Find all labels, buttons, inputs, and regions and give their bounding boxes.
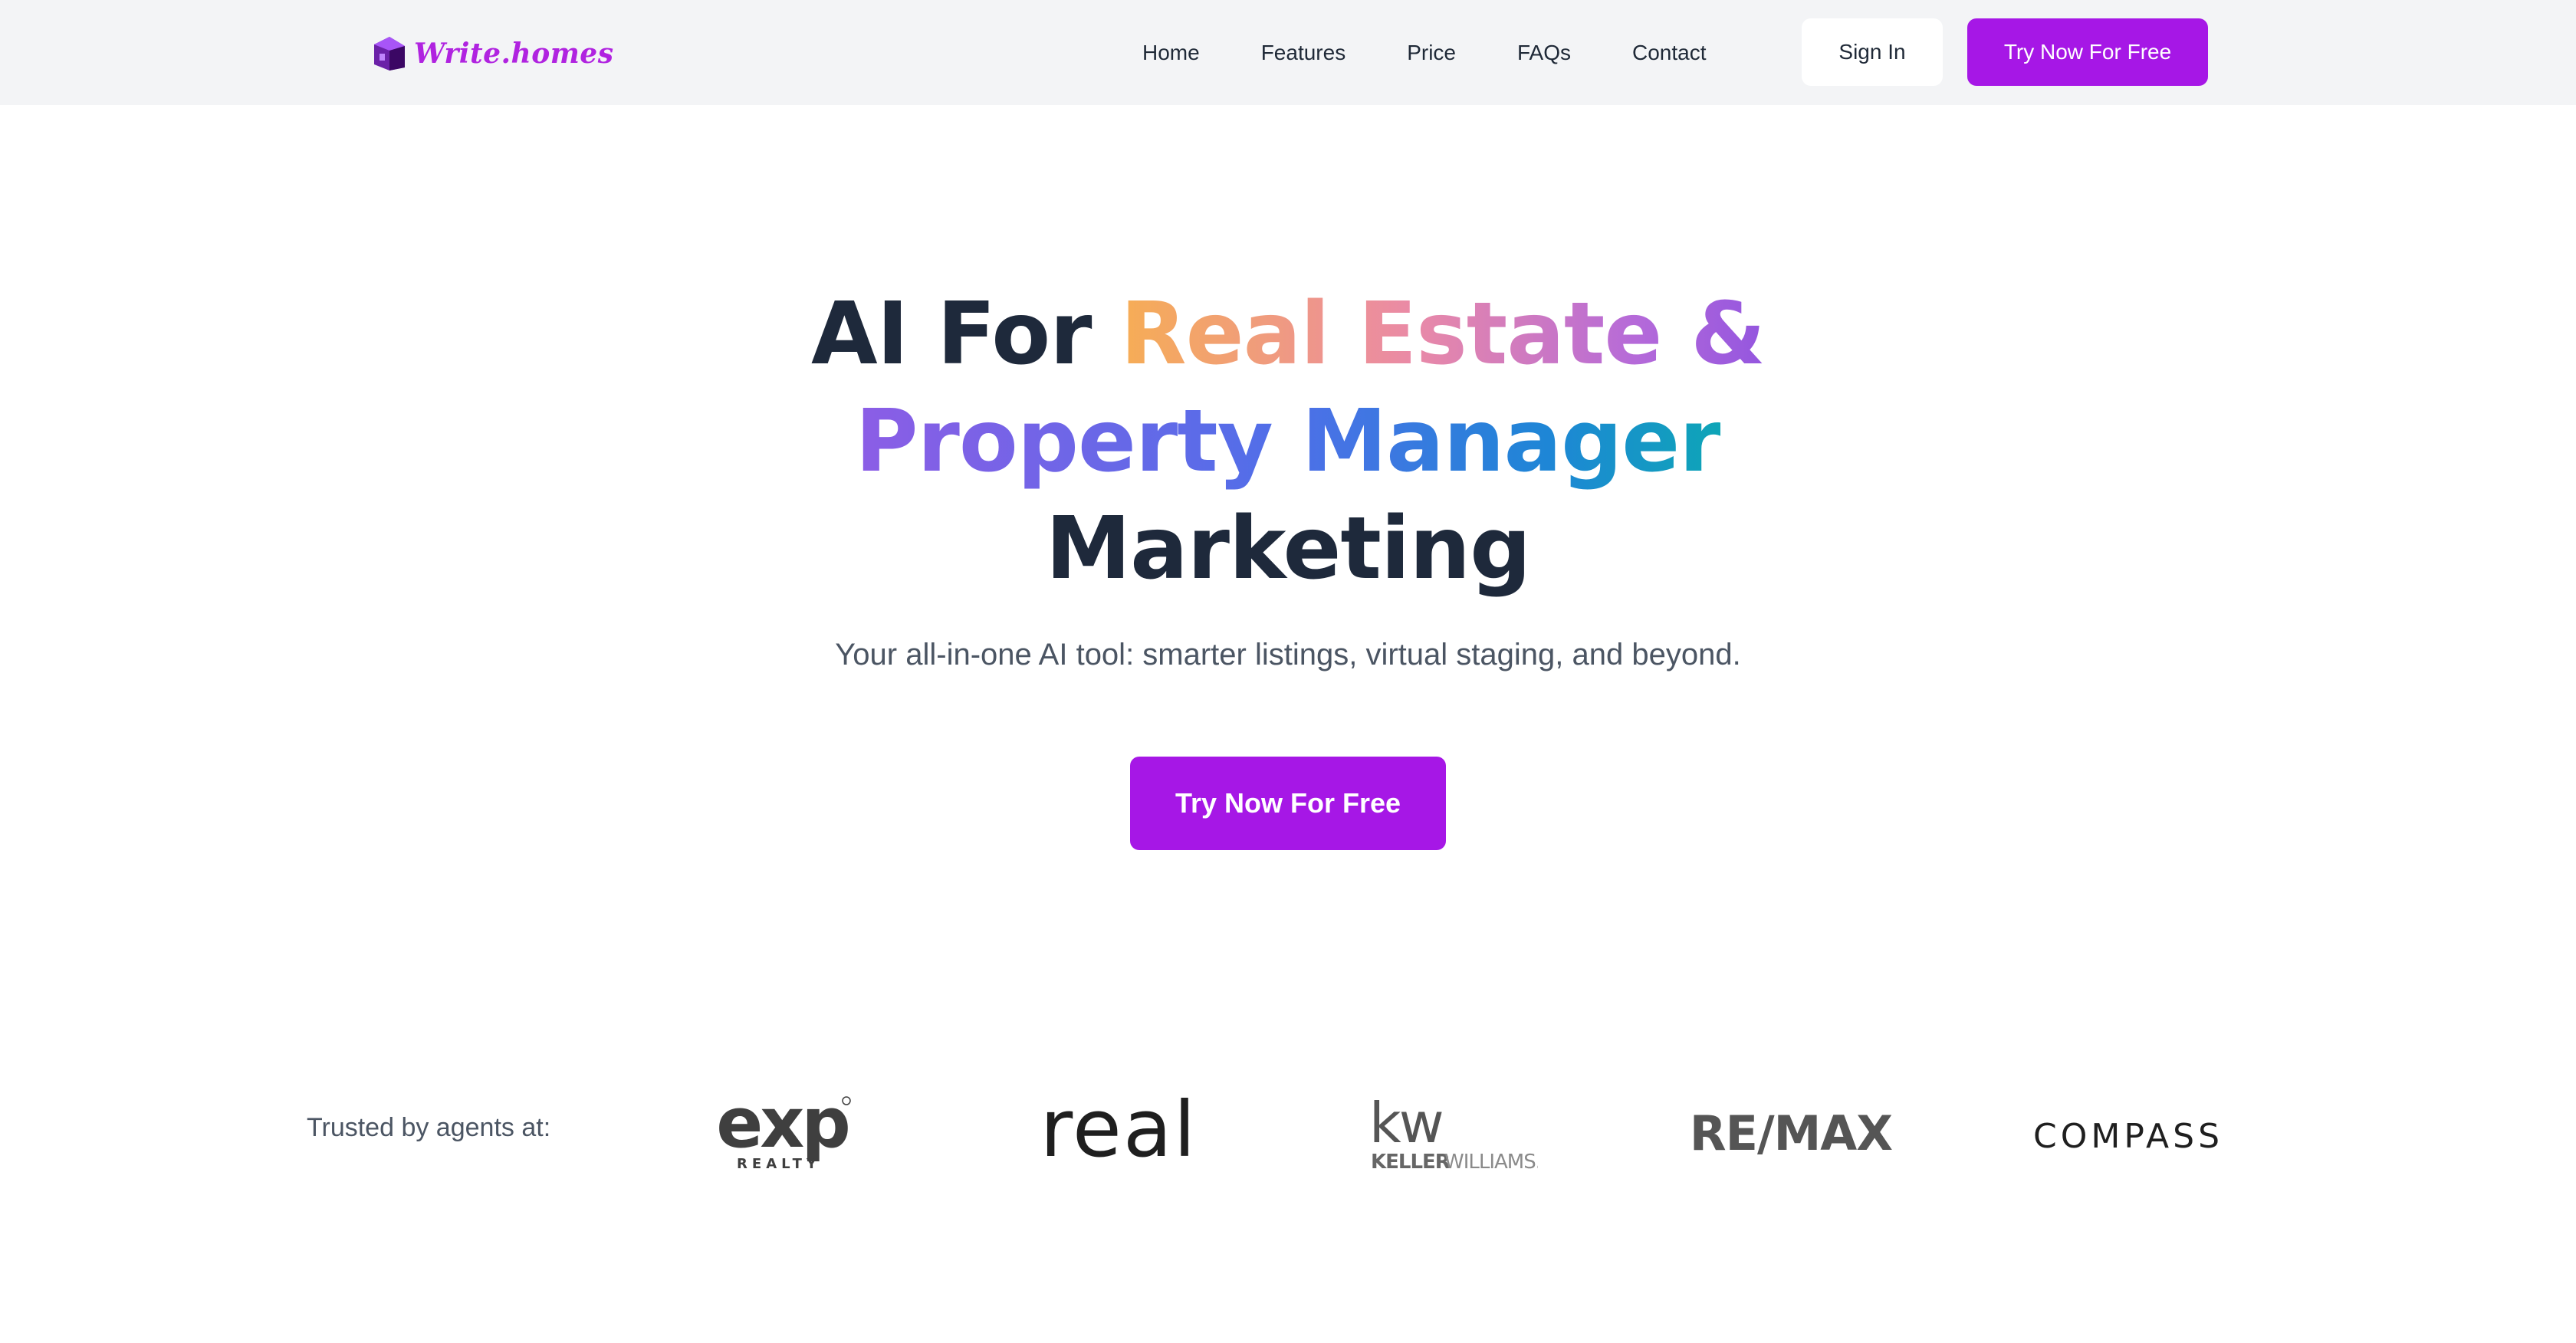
hero-subtitle: Your all-in-one AI tool: smarter listing… — [835, 638, 1741, 672]
keller-williams-logo: kw KELLER WILLIAMS. — [1369, 1093, 1538, 1173]
remax-logo: RE/MAX — [1690, 1108, 1893, 1157]
hero-title-part2: Real Estate & — [1120, 284, 1766, 384]
hero-title-part4: Marketing — [1045, 499, 1532, 599]
compass-logo-text: COMPASS — [2033, 1117, 2223, 1154]
sign-in-button[interactable]: Sign In — [1802, 18, 1943, 86]
main-nav: Home Features Price FAQs Contact — [1142, 0, 1768, 105]
exp-logo-sub: REALTY — [737, 1156, 821, 1171]
try-now-header-button[interactable]: Try Now For Free — [1967, 18, 2208, 86]
nav-price[interactable]: Price — [1407, 41, 1456, 65]
hero-title-part3: Property Manager — [855, 392, 1722, 491]
nav-home[interactable]: Home — [1142, 41, 1200, 65]
real-logo-text: real — [1040, 1098, 1197, 1171]
trusted-label: Trusted by agents at: — [307, 1113, 551, 1142]
logo-text: Write.homes — [414, 38, 614, 70]
nav-features[interactable]: Features — [1261, 41, 1346, 65]
exp-realty-logo: exp REALTY — [716, 1092, 851, 1171]
house-logo-icon — [374, 37, 405, 71]
hero-title: AI For Real Estate & Property Manager Ma… — [0, 281, 2576, 603]
kw-logo-sub-2: WILLIAMS. — [1444, 1151, 1538, 1173]
site-header: Write.homes Home Features Price FAQs Con… — [0, 0, 2576, 105]
hero-title-part1: AI For — [810, 284, 1121, 384]
kw-logo-sub-1: KELLER — [1371, 1151, 1451, 1173]
nav-faqs[interactable]: FAQs — [1517, 41, 1571, 65]
logo[interactable]: Write.homes — [373, 34, 613, 74]
kw-logo-main: kw — [1369, 1093, 1442, 1155]
exp-logo-main: exp — [716, 1092, 848, 1164]
nav-contact[interactable]: Contact — [1632, 41, 1707, 65]
remax-logo-text: RE/MAX — [1690, 1108, 1892, 1157]
compass-logo: COMPASS — [2033, 1117, 2223, 1154]
real-logo: real — [1040, 1098, 1197, 1171]
try-now-hero-button[interactable]: Try Now For Free — [1130, 757, 1446, 850]
